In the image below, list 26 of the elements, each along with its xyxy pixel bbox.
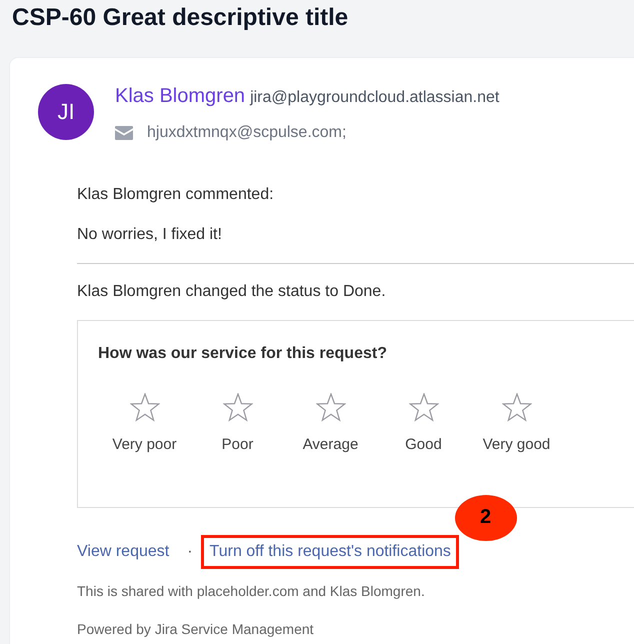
avatar: JI bbox=[38, 84, 94, 140]
footer-link[interactable]: Turn off this request's notifications bbox=[210, 542, 451, 562]
sender-email: jira@playgroundcloud.atlassian.net bbox=[250, 88, 500, 108]
rating-label: Poor bbox=[222, 436, 254, 454]
survey-question: How was our service for this request? bbox=[98, 344, 388, 364]
rating-label: Very poor bbox=[112, 436, 177, 454]
page-title: CSP-60 Great descriptive title bbox=[11, 3, 350, 33]
annotation-badge: 2 bbox=[454, 494, 517, 540]
sender-name: Klas Blomgren bbox=[115, 84, 246, 108]
powered-by-text: Powered by Jira Service Management bbox=[77, 620, 315, 638]
status-change-text: Klas Blomgren changed the status to Done. bbox=[77, 282, 387, 302]
star-icon[interactable] bbox=[130, 393, 160, 422]
rating-label: Good bbox=[405, 436, 442, 454]
star-icon[interactable] bbox=[222, 393, 252, 422]
star-icon[interactable] bbox=[408, 393, 438, 422]
recipient-email: hjuxdxtmnqx@scpulse.com; bbox=[147, 123, 346, 143]
mail-icon bbox=[115, 126, 133, 140]
star-icon[interactable] bbox=[502, 393, 532, 422]
rating-label: Very good bbox=[482, 436, 550, 454]
shared-note: This is shared with placeholder.com and Klas Blomgren. bbox=[77, 582, 426, 600]
comment-text: No worries, I fixed it! bbox=[77, 225, 223, 245]
link-separator: · bbox=[187, 542, 193, 562]
star-icon[interactable] bbox=[316, 393, 346, 422]
footer-link[interactable]: View request bbox=[77, 542, 170, 562]
comment-heading: Klas Blomgren commented: bbox=[77, 185, 275, 205]
rating-label: Average bbox=[302, 436, 358, 454]
